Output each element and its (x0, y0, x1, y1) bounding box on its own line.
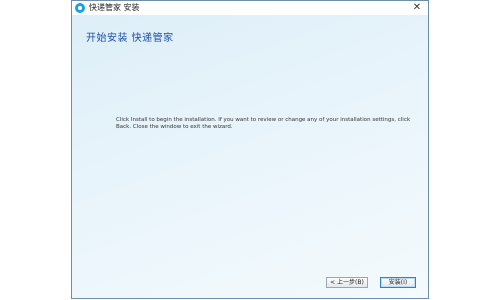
app-logo-icon (75, 3, 85, 13)
install-button[interactable]: 安装(I) (380, 277, 416, 288)
back-button[interactable]: < 上一步(B) (326, 277, 368, 288)
instruction-text: Click Install to begin the installation.… (116, 117, 411, 130)
title-bar: 快递管家 安装 ✕ (72, 1, 428, 15)
close-icon[interactable]: ✕ (408, 1, 426, 15)
installer-window: 快递管家 安装 ✕ 开始安装 快递管家 Click Install to beg… (71, 0, 429, 299)
page-title: 开始安装 快递管家 (86, 33, 174, 44)
window-title: 快递管家 安装 (89, 3, 140, 12)
